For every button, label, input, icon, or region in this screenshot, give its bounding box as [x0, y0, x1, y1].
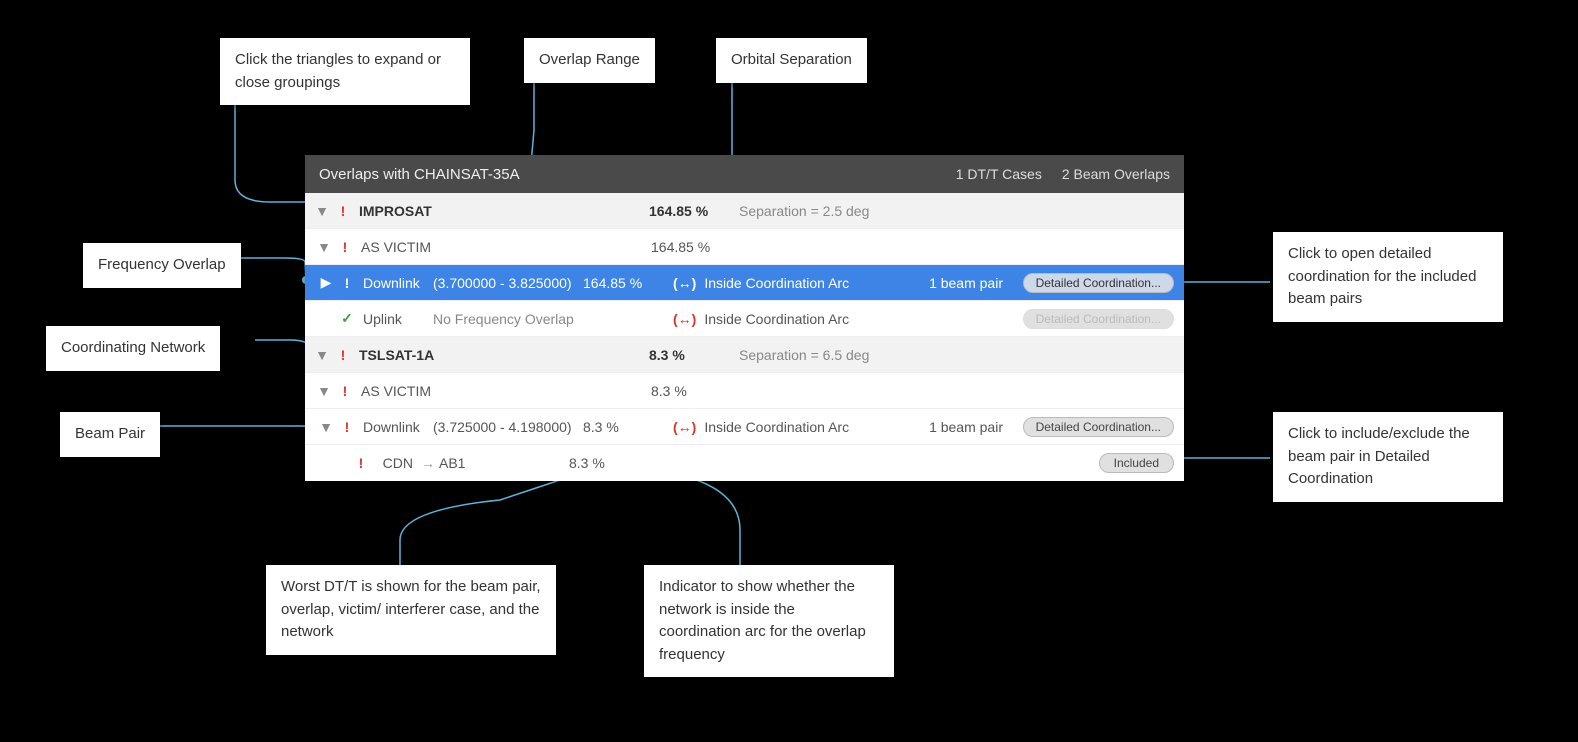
- warning-icon: !: [339, 275, 355, 291]
- included-toggle-button[interactable]: Included: [1099, 453, 1174, 473]
- expand-triangle-icon[interactable]: ▼: [319, 419, 333, 435]
- expand-triangle-icon[interactable]: ▼: [315, 347, 329, 363]
- callout-arc-indicator: Indicator to show whether the network is…: [644, 565, 894, 677]
- arc-label: Inside Coordination Arc: [704, 419, 849, 435]
- callout-text: Overlap Range: [539, 51, 640, 68]
- callout-text: Beam Pair: [75, 425, 145, 442]
- arrow-icon: →: [421, 455, 435, 471]
- dtt-cases-count: 1 DT/T Cases: [956, 166, 1042, 182]
- arc-label: Inside Coordination Arc: [704, 311, 849, 327]
- link-direction: Uplink: [363, 311, 433, 327]
- arc-icon: (↔): [673, 311, 696, 327]
- panel-header: Overlaps with CHAINSAT-35A 1 DT/T Cases …: [305, 155, 1184, 193]
- victim-label: AS VICTIM: [361, 383, 501, 399]
- callout-text: Click the triangles to expand or close g…: [235, 51, 441, 91]
- callout-overlap-range: Overlap Range: [524, 38, 655, 83]
- victim-label: AS VICTIM: [361, 239, 501, 255]
- callout-text: Indicator to show whether the network is…: [659, 578, 866, 663]
- expand-triangle-icon[interactable]: ▼: [315, 203, 329, 219]
- callout-open-detailed: Click to open detailed coordination for …: [1273, 232, 1503, 322]
- beam-to: AB1: [439, 455, 569, 471]
- callout-orbital-separation: Orbital Separation: [716, 38, 867, 83]
- callout-text: Coordinating Network: [61, 339, 205, 356]
- link-direction: Downlink: [363, 419, 433, 435]
- callout-beam-pair: Beam Pair: [60, 412, 160, 457]
- panel-title: Overlaps with CHAINSAT-35A: [319, 166, 956, 183]
- beam-pair-count: 1 beam pair: [893, 419, 1003, 435]
- ok-icon: ✓: [339, 310, 355, 327]
- link-row-downlink[interactable]: ▶ ! Downlink (3.700000 - 3.825000) 164.8…: [305, 265, 1184, 301]
- callout-worst-dtt: Worst DT/T is shown for the beam pair, o…: [266, 565, 556, 655]
- callout-text: Worst DT/T is shown for the beam pair, o…: [281, 578, 541, 640]
- link-direction: Downlink: [363, 275, 433, 291]
- warning-icon: !: [337, 383, 353, 399]
- beam-overlaps-count: 2 Beam Overlaps: [1062, 166, 1170, 182]
- warning-icon: !: [339, 419, 355, 435]
- link-pct: 164.85 %: [583, 275, 673, 291]
- beam-pair-row[interactable]: ! CDN → AB1 8.3 % Included: [305, 445, 1184, 481]
- link-row-downlink[interactable]: ▼ ! Downlink (3.725000 - 4.198000) 8.3 %…: [305, 409, 1184, 445]
- network-pct: 164.85 %: [649, 203, 739, 219]
- beam-pct: 8.3 %: [569, 455, 659, 471]
- callout-text: Click to include/exclude the beam pair i…: [1288, 425, 1470, 487]
- network-separation: Separation = 2.5 deg: [739, 203, 959, 219]
- link-range: (3.725000 - 4.198000): [433, 419, 583, 435]
- victim-pct: 8.3 %: [651, 383, 741, 399]
- overlaps-panel: Overlaps with CHAINSAT-35A 1 DT/T Cases …: [305, 155, 1184, 481]
- warning-icon: !: [335, 347, 351, 363]
- warning-icon: !: [353, 455, 369, 471]
- callout-coordinating-network: Coordinating Network: [46, 326, 220, 371]
- callout-text: Orbital Separation: [731, 51, 852, 68]
- victim-row[interactable]: ▼ ! AS VICTIM 8.3 %: [305, 373, 1184, 409]
- beam-from: CDN: [377, 455, 417, 471]
- link-pct: 8.3 %: [583, 419, 673, 435]
- detailed-coordination-button[interactable]: Detailed Coordination...: [1023, 417, 1174, 437]
- network-separation: Separation = 6.5 deg: [739, 347, 959, 363]
- network-name: IMPROSAT: [359, 203, 499, 219]
- arc-icon: (↔): [673, 419, 696, 435]
- callout-include-exclude: Click to include/exclude the beam pair i…: [1273, 412, 1503, 502]
- network-pct: 8.3 %: [649, 347, 739, 363]
- link-row-uplink[interactable]: ▼ ✓ Uplink No Frequency Overlap (↔) Insi…: [305, 301, 1184, 337]
- callout-frequency-overlap: Frequency Overlap: [83, 243, 241, 288]
- victim-pct: 164.85 %: [651, 239, 741, 255]
- network-name: TSLSAT-1A: [359, 347, 499, 363]
- network-row[interactable]: ▼ ! TSLSAT-1A 8.3 % Separation = 6.5 deg: [305, 337, 1184, 373]
- detailed-coordination-button[interactable]: Detailed Coordination...: [1023, 273, 1174, 293]
- arc-label: Inside Coordination Arc: [704, 275, 849, 291]
- expand-triangle-icon[interactable]: ▶: [319, 274, 333, 291]
- beam-pair-count: 1 beam pair: [893, 275, 1003, 291]
- callout-text: Frequency Overlap: [98, 256, 226, 273]
- callout-triangles: Click the triangles to expand or close g…: [220, 38, 470, 105]
- callout-text: Click to open detailed coordination for …: [1288, 245, 1476, 307]
- warning-icon: !: [337, 239, 353, 255]
- detailed-coordination-button: Detailed Coordination...: [1023, 309, 1174, 329]
- arc-icon: (↔): [673, 275, 696, 291]
- expand-triangle-icon[interactable]: ▼: [317, 383, 331, 399]
- victim-row[interactable]: ▼ ! AS VICTIM 164.85 %: [305, 229, 1184, 265]
- link-range: No Frequency Overlap: [433, 311, 583, 327]
- warning-icon: !: [335, 203, 351, 219]
- network-row[interactable]: ▼ ! IMPROSAT 164.85 % Separation = 2.5 d…: [305, 193, 1184, 229]
- expand-triangle-icon[interactable]: ▼: [317, 239, 331, 255]
- link-range: (3.700000 - 3.825000): [433, 275, 583, 291]
